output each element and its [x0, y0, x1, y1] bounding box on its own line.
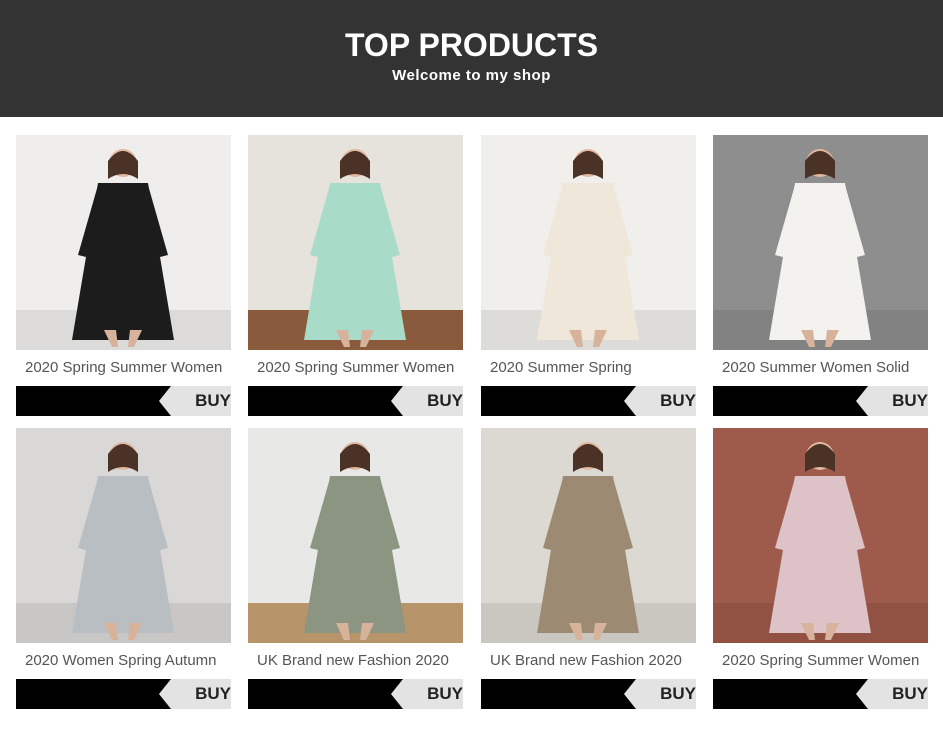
buy-button-label: BUY	[660, 391, 696, 410]
product-image[interactable]	[16, 428, 231, 643]
buy-button[interactable]: BUY	[713, 386, 928, 416]
product-image[interactable]	[481, 428, 696, 643]
product-image[interactable]	[248, 135, 463, 350]
product-card: 2020 Spring Summer Women BUY	[16, 135, 231, 416]
buy-button-label: BUY	[195, 391, 231, 410]
product-card: 2020 Summer Women Solid BUY	[713, 135, 928, 416]
product-image[interactable]	[248, 428, 463, 643]
buy-button-label: BUY	[427, 391, 463, 410]
buy-button[interactable]: BUY	[248, 679, 463, 709]
buy-button[interactable]: BUY	[16, 386, 231, 416]
product-title[interactable]: UK Brand new Fashion 2020	[248, 651, 463, 671]
product-image[interactable]	[713, 135, 928, 350]
buy-button-label: BUY	[660, 684, 696, 703]
buy-button-label: BUY	[892, 684, 928, 703]
product-card: UK Brand new Fashion 2020 BUY	[248, 428, 463, 709]
product-title[interactable]: 2020 Spring Summer Women	[16, 358, 231, 378]
product-title[interactable]: 2020 Spring Summer Women	[248, 358, 463, 378]
product-card: 2020 Summer Spring BUY	[481, 135, 696, 416]
product-title[interactable]: 2020 Summer Women Solid	[713, 358, 928, 378]
product-card: UK Brand new Fashion 2020 BUY	[481, 428, 696, 709]
buy-button[interactable]: BUY	[481, 386, 696, 416]
buy-button[interactable]: BUY	[16, 679, 231, 709]
page-header: TOP PRODUCTS Welcome to my shop	[0, 0, 943, 117]
product-image[interactable]	[713, 428, 928, 643]
page-title: TOP PRODUCTS	[344, 27, 599, 63]
product-card: 2020 Spring Summer Women BUY	[713, 428, 928, 709]
product-title[interactable]: 2020 Spring Summer Women	[713, 651, 928, 671]
product-title[interactable]: UK Brand new Fashion 2020	[481, 651, 696, 671]
product-card: 2020 Women Spring Autumn BUY	[16, 428, 231, 709]
product-title[interactable]: 2020 Summer Spring	[481, 358, 696, 378]
product-image[interactable]	[481, 135, 696, 350]
buy-button[interactable]: BUY	[713, 679, 928, 709]
buy-button-label: BUY	[892, 391, 928, 410]
page-subtitle: Welcome to my shop	[392, 67, 551, 84]
buy-button[interactable]: BUY	[248, 386, 463, 416]
buy-button-label: BUY	[195, 684, 231, 703]
buy-button-label: BUY	[427, 684, 463, 703]
buy-button[interactable]: BUY	[481, 679, 696, 709]
product-card: 2020 Spring Summer Women BUY	[248, 135, 463, 416]
product-image[interactable]	[16, 135, 231, 350]
product-title[interactable]: 2020 Women Spring Autumn	[16, 651, 231, 671]
